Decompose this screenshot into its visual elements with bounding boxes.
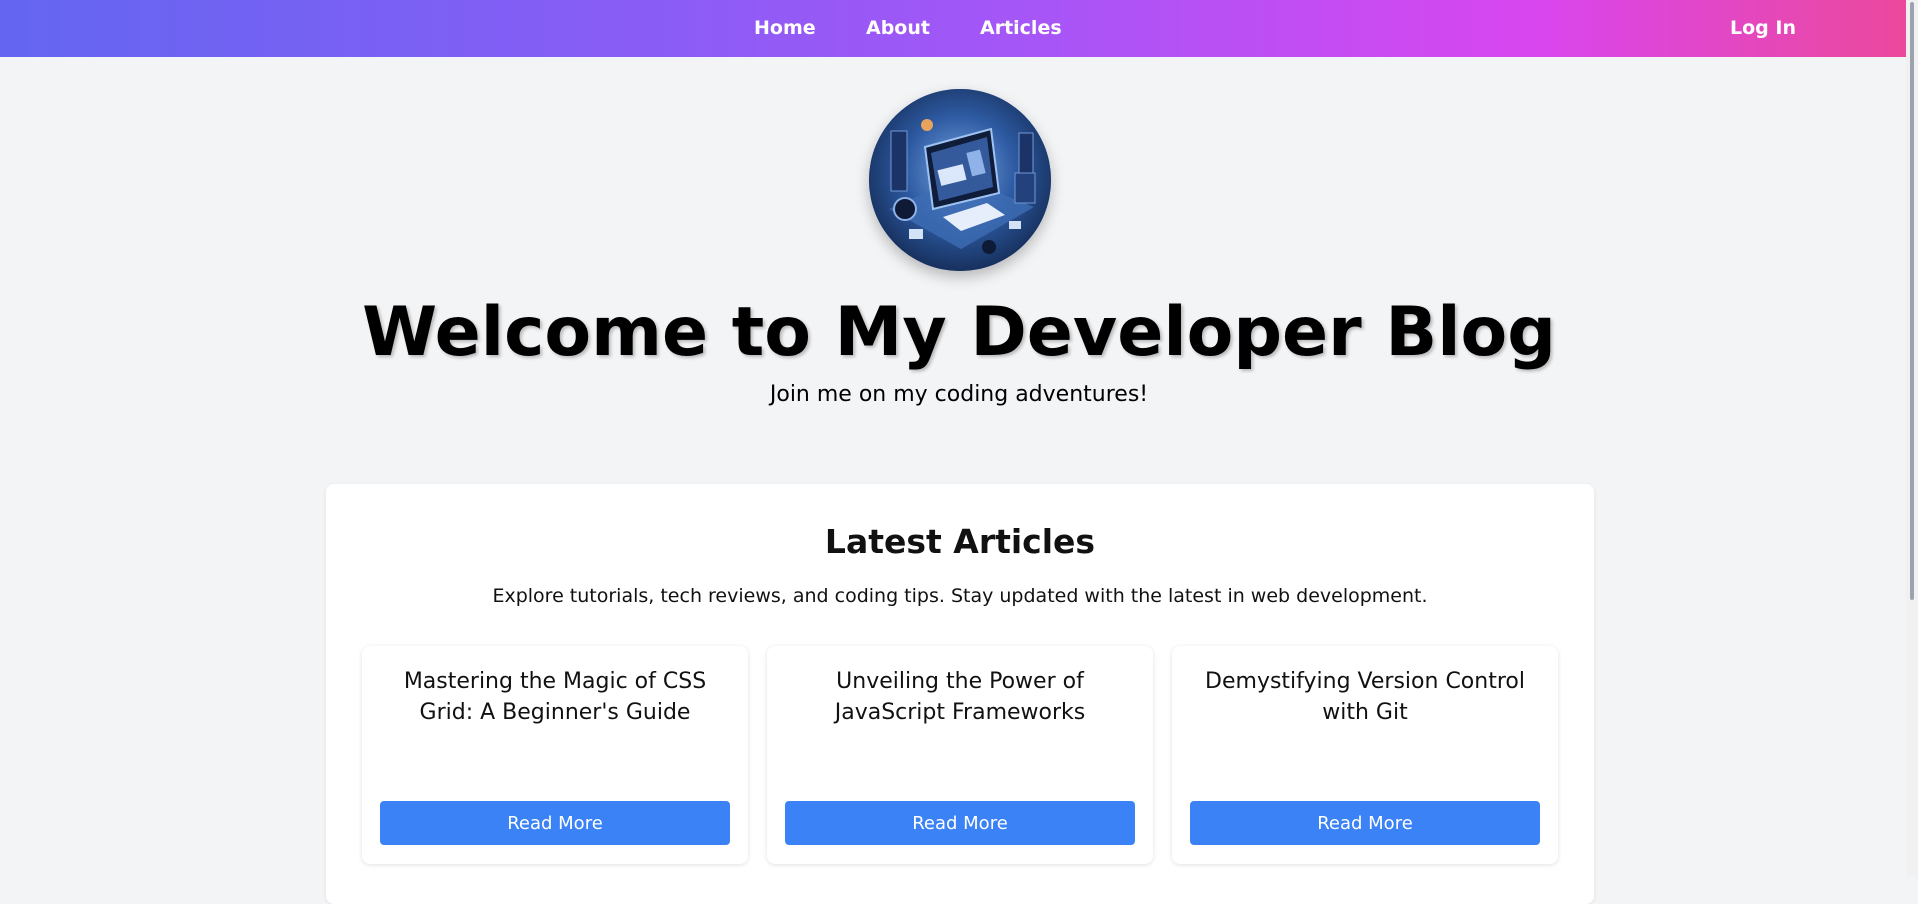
section-title: Latest Articles [824,522,1096,561]
nav-link-articles[interactable]: Articles [980,17,1062,39]
scrollbar-thumb[interactable] [1910,2,1914,600]
article-card: Unveiling the Power of JavaScript Framew… [767,646,1153,864]
article-card: Mastering the Magic of CSS Grid: A Begin… [362,646,748,864]
article-card: Demystifying Version Control with Git Re… [1172,646,1558,864]
nav-link-about[interactable]: About [866,17,930,39]
article-card-title: Demystifying Version Control with Git [1205,669,1525,725]
hero-title: Welcome to My Developer Blog [362,293,1556,372]
read-more-button[interactable]: Read More [1190,801,1540,845]
read-more-button[interactable]: Read More [380,801,730,845]
top-navbar: Home About Articles Log In [0,0,1918,57]
nav-link-home[interactable]: Home [754,17,816,39]
login-link[interactable]: Log In [1730,17,1796,39]
developer-workspace-illustration [869,89,1051,271]
latest-articles-section: Latest Articles Explore tutorials, tech … [326,484,1594,904]
read-more-button[interactable]: Read More [785,801,1135,845]
hero-subtitle: Join me on my coding adventures! [769,382,1149,407]
section-subtitle: Explore tutorials, tech reviews, and cod… [492,585,1428,607]
article-card-title: Unveiling the Power of JavaScript Framew… [834,669,1086,725]
page-scrollbar[interactable] [1906,0,1918,876]
article-card-title: Mastering the Magic of CSS Grid: A Begin… [403,669,707,725]
hero-avatar-image [869,89,1051,271]
